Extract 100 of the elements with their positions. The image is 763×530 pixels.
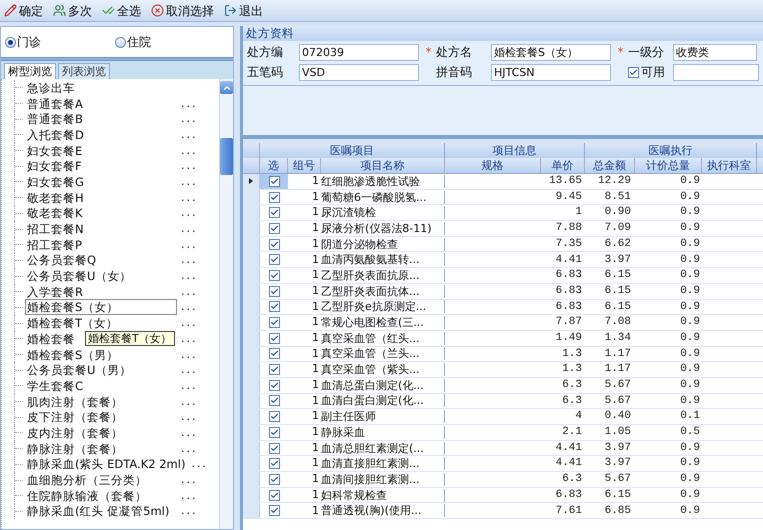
toolbar-button[interactable]: 退出	[222, 0, 265, 20]
checkbox[interactable]	[268, 380, 280, 391]
checkbox[interactable]	[268, 474, 280, 485]
ellipsis-button[interactable]: ...	[181, 396, 198, 408]
column-header[interactable]: 单价	[541, 158, 585, 173]
checkbox[interactable]	[268, 458, 280, 470]
tree-item[interactable]: 普通套餐A	[25, 96, 177, 112]
checkbox[interactable]	[268, 270, 280, 281]
tree-item[interactable]: 皮内注射（套餐）	[25, 424, 177, 441]
input-field[interactable]: 婚检套餐S（女）	[491, 44, 611, 60]
checkbox[interactable]	[268, 332, 280, 344]
ellipsis-button[interactable]: ...	[181, 348, 198, 361]
tree-item[interactable]: 婚检套餐T（女）	[25, 315, 177, 332]
scroll-thumb[interactable]	[220, 138, 233, 175]
tree-item[interactable]: 婚检套餐S（男）	[25, 346, 177, 363]
checkbox[interactable]	[268, 442, 280, 454]
input-field[interactable]: 收费类	[673, 44, 757, 60]
ellipsis-button[interactable]: ...	[191, 458, 208, 470]
ellipsis-button[interactable]: ...	[181, 317, 198, 330]
checkbox[interactable]	[268, 176, 280, 187]
ellipsis-button[interactable]: ...	[181, 113, 198, 126]
checkbox[interactable]	[268, 348, 280, 360]
checkbox[interactable]	[268, 286, 280, 297]
checkbox[interactable]	[268, 317, 280, 328]
column-header[interactable]: 项目名称	[321, 158, 445, 173]
input-field[interactable]: 072039	[299, 44, 419, 60]
ellipsis-button[interactable]: ...	[181, 380, 198, 392]
checkbox[interactable]	[268, 505, 280, 516]
tree-item[interactable]: 入托套餐D	[25, 126, 177, 143]
tree-item[interactable]: 妇女套餐G	[25, 174, 177, 190]
ellipsis-button[interactable]: ...	[181, 238, 198, 251]
toolbar-button[interactable]: 全选	[100, 0, 143, 20]
tree-item[interactable]: 敬老套餐H	[25, 190, 177, 206]
tree-item[interactable]: 肌肉注射（套餐）	[25, 394, 177, 410]
checkbox[interactable]	[268, 207, 280, 218]
toolbar-button[interactable]: 多次	[51, 0, 94, 20]
tab[interactable]: 树型浏览	[4, 63, 56, 79]
checkbox[interactable]	[268, 395, 280, 406]
checkbox[interactable]	[268, 238, 280, 250]
ellipsis-button[interactable]: ...	[181, 505, 198, 518]
tree-item[interactable]: 招工套餐P	[25, 236, 177, 253]
checkbox[interactable]	[268, 490, 280, 501]
tree-item[interactable]: 普通套餐B	[25, 111, 177, 128]
tree-item[interactable]: 妇女套餐E	[25, 142, 177, 159]
column-header[interactable]: 计价总量	[635, 158, 702, 173]
ellipsis-button[interactable]: ...	[181, 442, 198, 455]
input-field[interactable]: VSD	[299, 64, 419, 80]
tree-item[interactable]: 学生套餐C	[25, 378, 177, 394]
ellipsis-button[interactable]: ...	[181, 128, 198, 141]
checkbox[interactable]	[628, 66, 639, 78]
toolbar-button[interactable]: 取消选择	[149, 0, 216, 20]
row-header[interactable]	[243, 174, 260, 189]
ellipsis-button[interactable]: ...	[181, 364, 198, 376]
checkbox[interactable]	[268, 254, 280, 266]
tree-item[interactable]: 公务员套餐U（女）	[25, 268, 177, 284]
column-header[interactable]: 组号	[288, 158, 321, 173]
tree-item[interactable]: 敬老套餐K	[25, 205, 177, 222]
checkbox[interactable]	[268, 222, 280, 234]
ellipsis-button[interactable]: ...	[181, 223, 198, 236]
ellipsis-button[interactable]: ...	[181, 426, 198, 439]
ellipsis-button[interactable]: ...	[181, 286, 198, 298]
ellipsis-button[interactable]: ...	[181, 301, 198, 314]
tree-item[interactable]: 招工套餐N	[25, 221, 177, 238]
tree-item[interactable]: 公务员套餐Q	[25, 252, 177, 268]
checkbox[interactable]	[268, 411, 280, 422]
ellipsis-button[interactable]: ...	[181, 411, 198, 424]
checkbox[interactable]	[268, 426, 280, 438]
ellipsis-button[interactable]: ...	[181, 192, 198, 204]
ellipsis-button[interactable]: ...	[181, 474, 198, 486]
checkbox[interactable]	[268, 364, 280, 376]
tree-item[interactable]: 急诊出车	[25, 80, 177, 96]
radio-button[interactable]	[115, 36, 126, 48]
tree-item[interactable]: 皮下注射（套餐）	[25, 409, 177, 426]
column-header[interactable]: 规格	[445, 158, 541, 173]
ellipsis-button[interactable]: ...	[181, 332, 198, 345]
checkbox[interactable]	[268, 192, 280, 203]
ellipsis-button[interactable]: ...	[181, 270, 198, 282]
scroll-up-button[interactable]	[220, 81, 233, 94]
input-field[interactable]: HJTCSN	[491, 64, 611, 80]
checkbox[interactable]	[268, 301, 280, 312]
column-header[interactable]: 执行科室	[702, 158, 757, 173]
tree-item[interactable]: 婚检套餐S（女）	[25, 299, 177, 316]
ellipsis-button[interactable]: ...	[181, 98, 198, 110]
tree-item[interactable]: 妇女套餐F	[25, 158, 177, 174]
ellipsis-button[interactable]: ...	[181, 144, 198, 157]
scrollbar[interactable]	[219, 79, 233, 529]
ellipsis-button[interactable]: ...	[181, 160, 198, 172]
ellipsis-button[interactable]: ...	[181, 254, 198, 266]
tree-item[interactable]: 静脉采血(红头 促凝管5ml)	[25, 503, 177, 520]
ellipsis-button[interactable]: ...	[181, 176, 198, 188]
ellipsis-button[interactable]: ...	[181, 207, 198, 220]
tree-item[interactable]: 血细胞分析（三分类）	[25, 472, 177, 488]
toolbar-button[interactable]: 确定	[2, 0, 45, 20]
tree-item[interactable]: 静脉采血(紫头 EDTA.K2 2ml)	[25, 456, 188, 472]
tree-item[interactable]: 静脉注射（套餐）	[25, 440, 177, 457]
tree-item[interactable]: 入学套餐R	[25, 284, 177, 300]
input-field[interactable]	[673, 64, 759, 80]
ellipsis-button[interactable]: ...	[181, 490, 198, 502]
column-header[interactable]: 总金额	[585, 158, 635, 173]
radio-button[interactable]	[5, 36, 16, 48]
